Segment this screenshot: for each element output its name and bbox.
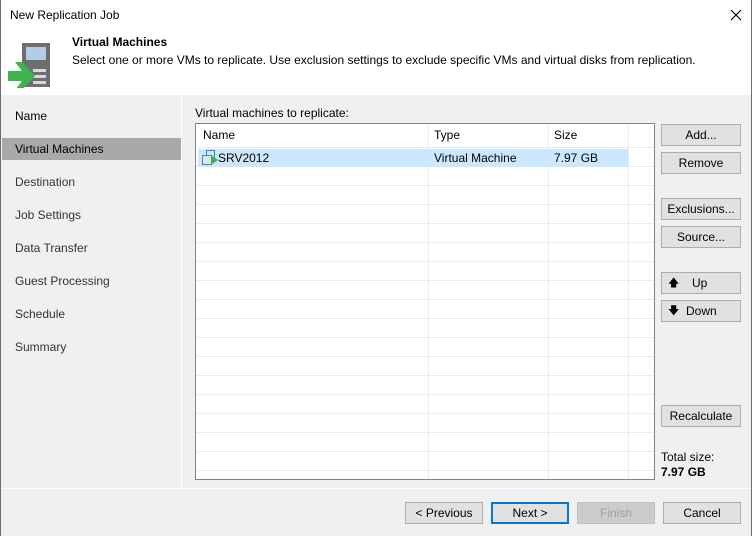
window-title: New Replication Job [10, 8, 120, 22]
empty-grid-row [196, 300, 654, 319]
step-job-settings: Job Settings [15, 208, 82, 222]
close-button[interactable] [721, 0, 751, 30]
finish-button: Finish [577, 502, 655, 524]
empty-grid-row [196, 262, 654, 281]
vm-table[interactable]: Name Type Size SRV2012 Virtual Machine 7… [195, 123, 655, 480]
vm-icon [202, 150, 218, 165]
page-description: Select one or more VMs to replicate. Use… [72, 53, 696, 67]
next-button[interactable]: Next > [491, 502, 569, 524]
arrow-down-icon: 🡇 [668, 305, 680, 317]
page-title: Virtual Machines [72, 35, 168, 49]
column-header-size[interactable]: Size [554, 124, 577, 146]
column-divider [628, 124, 629, 479]
arrow-up-icon: 🡅 [668, 277, 680, 289]
empty-grid-row [196, 338, 654, 357]
replication-job-icon [8, 43, 50, 88]
total-size-label: Total size: [661, 450, 715, 464]
new-replication-job-dialog: New Replication Job Virtual Machines Sel… [0, 0, 752, 536]
title-bar: New Replication Job [1, 0, 751, 30]
cancel-button[interactable]: Cancel [663, 502, 741, 524]
step-summary: Summary [15, 340, 67, 354]
empty-grid-row [196, 433, 654, 452]
table-row[interactable]: SRV2012 Virtual Machine 7.97 GB [198, 149, 628, 167]
up-button[interactable]: 🡅 Up [661, 272, 741, 294]
vm-type: Virtual Machine [434, 151, 517, 165]
wizard-footer: < Previous Next > Finish Cancel [1, 488, 751, 536]
main-panel: Virtual machines to replicate: Name Type… [182, 95, 751, 488]
recalculate-button[interactable]: Recalculate [661, 405, 741, 427]
source-button[interactable]: Source... [661, 226, 741, 248]
empty-grid-row [196, 281, 654, 300]
table-header-row [196, 124, 654, 148]
close-icon [730, 9, 742, 21]
step-destination: Destination [15, 175, 76, 189]
column-header-type[interactable]: Type [434, 124, 460, 146]
empty-grid-row [196, 205, 654, 224]
exclusions-button[interactable]: Exclusions... [661, 198, 741, 220]
down-button[interactable]: 🡇 Down [661, 300, 741, 322]
step-name[interactable]: Name [2, 105, 181, 127]
empty-grid-row [196, 452, 654, 471]
empty-grid-row [196, 186, 654, 205]
vm-size: 7.97 GB [554, 151, 599, 165]
column-divider [428, 124, 429, 479]
empty-grid-row [196, 414, 654, 433]
add-button[interactable]: Add... [661, 124, 741, 146]
remove-button[interactable]: Remove [661, 152, 741, 174]
up-button-label: Up [692, 276, 708, 290]
total-size-value: 7.97 GB [661, 465, 706, 479]
column-divider [548, 124, 549, 479]
wizard-steps: Name Virtual Machines Destination Job Se… [1, 95, 182, 488]
column-header-name[interactable]: Name [203, 124, 235, 146]
step-schedule: Schedule [15, 307, 66, 321]
step-virtual-machines[interactable]: Virtual Machines [2, 138, 181, 160]
wizard-header: Virtual Machines Select one or more VMs … [1, 30, 751, 95]
vm-list-label: Virtual machines to replicate: [195, 106, 349, 120]
empty-grid-row [196, 167, 654, 186]
vm-name: SRV2012 [218, 151, 270, 165]
previous-button[interactable]: < Previous [405, 502, 483, 524]
step-data-transfer: Data Transfer [15, 241, 88, 255]
empty-grid-row [196, 243, 654, 262]
empty-grid-row [196, 319, 654, 338]
empty-grid-row [196, 357, 654, 376]
empty-grid-row [196, 224, 654, 243]
step-guest-processing: Guest Processing [15, 274, 110, 288]
empty-grid-row [196, 376, 654, 395]
down-button-label: Down [686, 304, 717, 318]
empty-grid-row [196, 395, 654, 414]
